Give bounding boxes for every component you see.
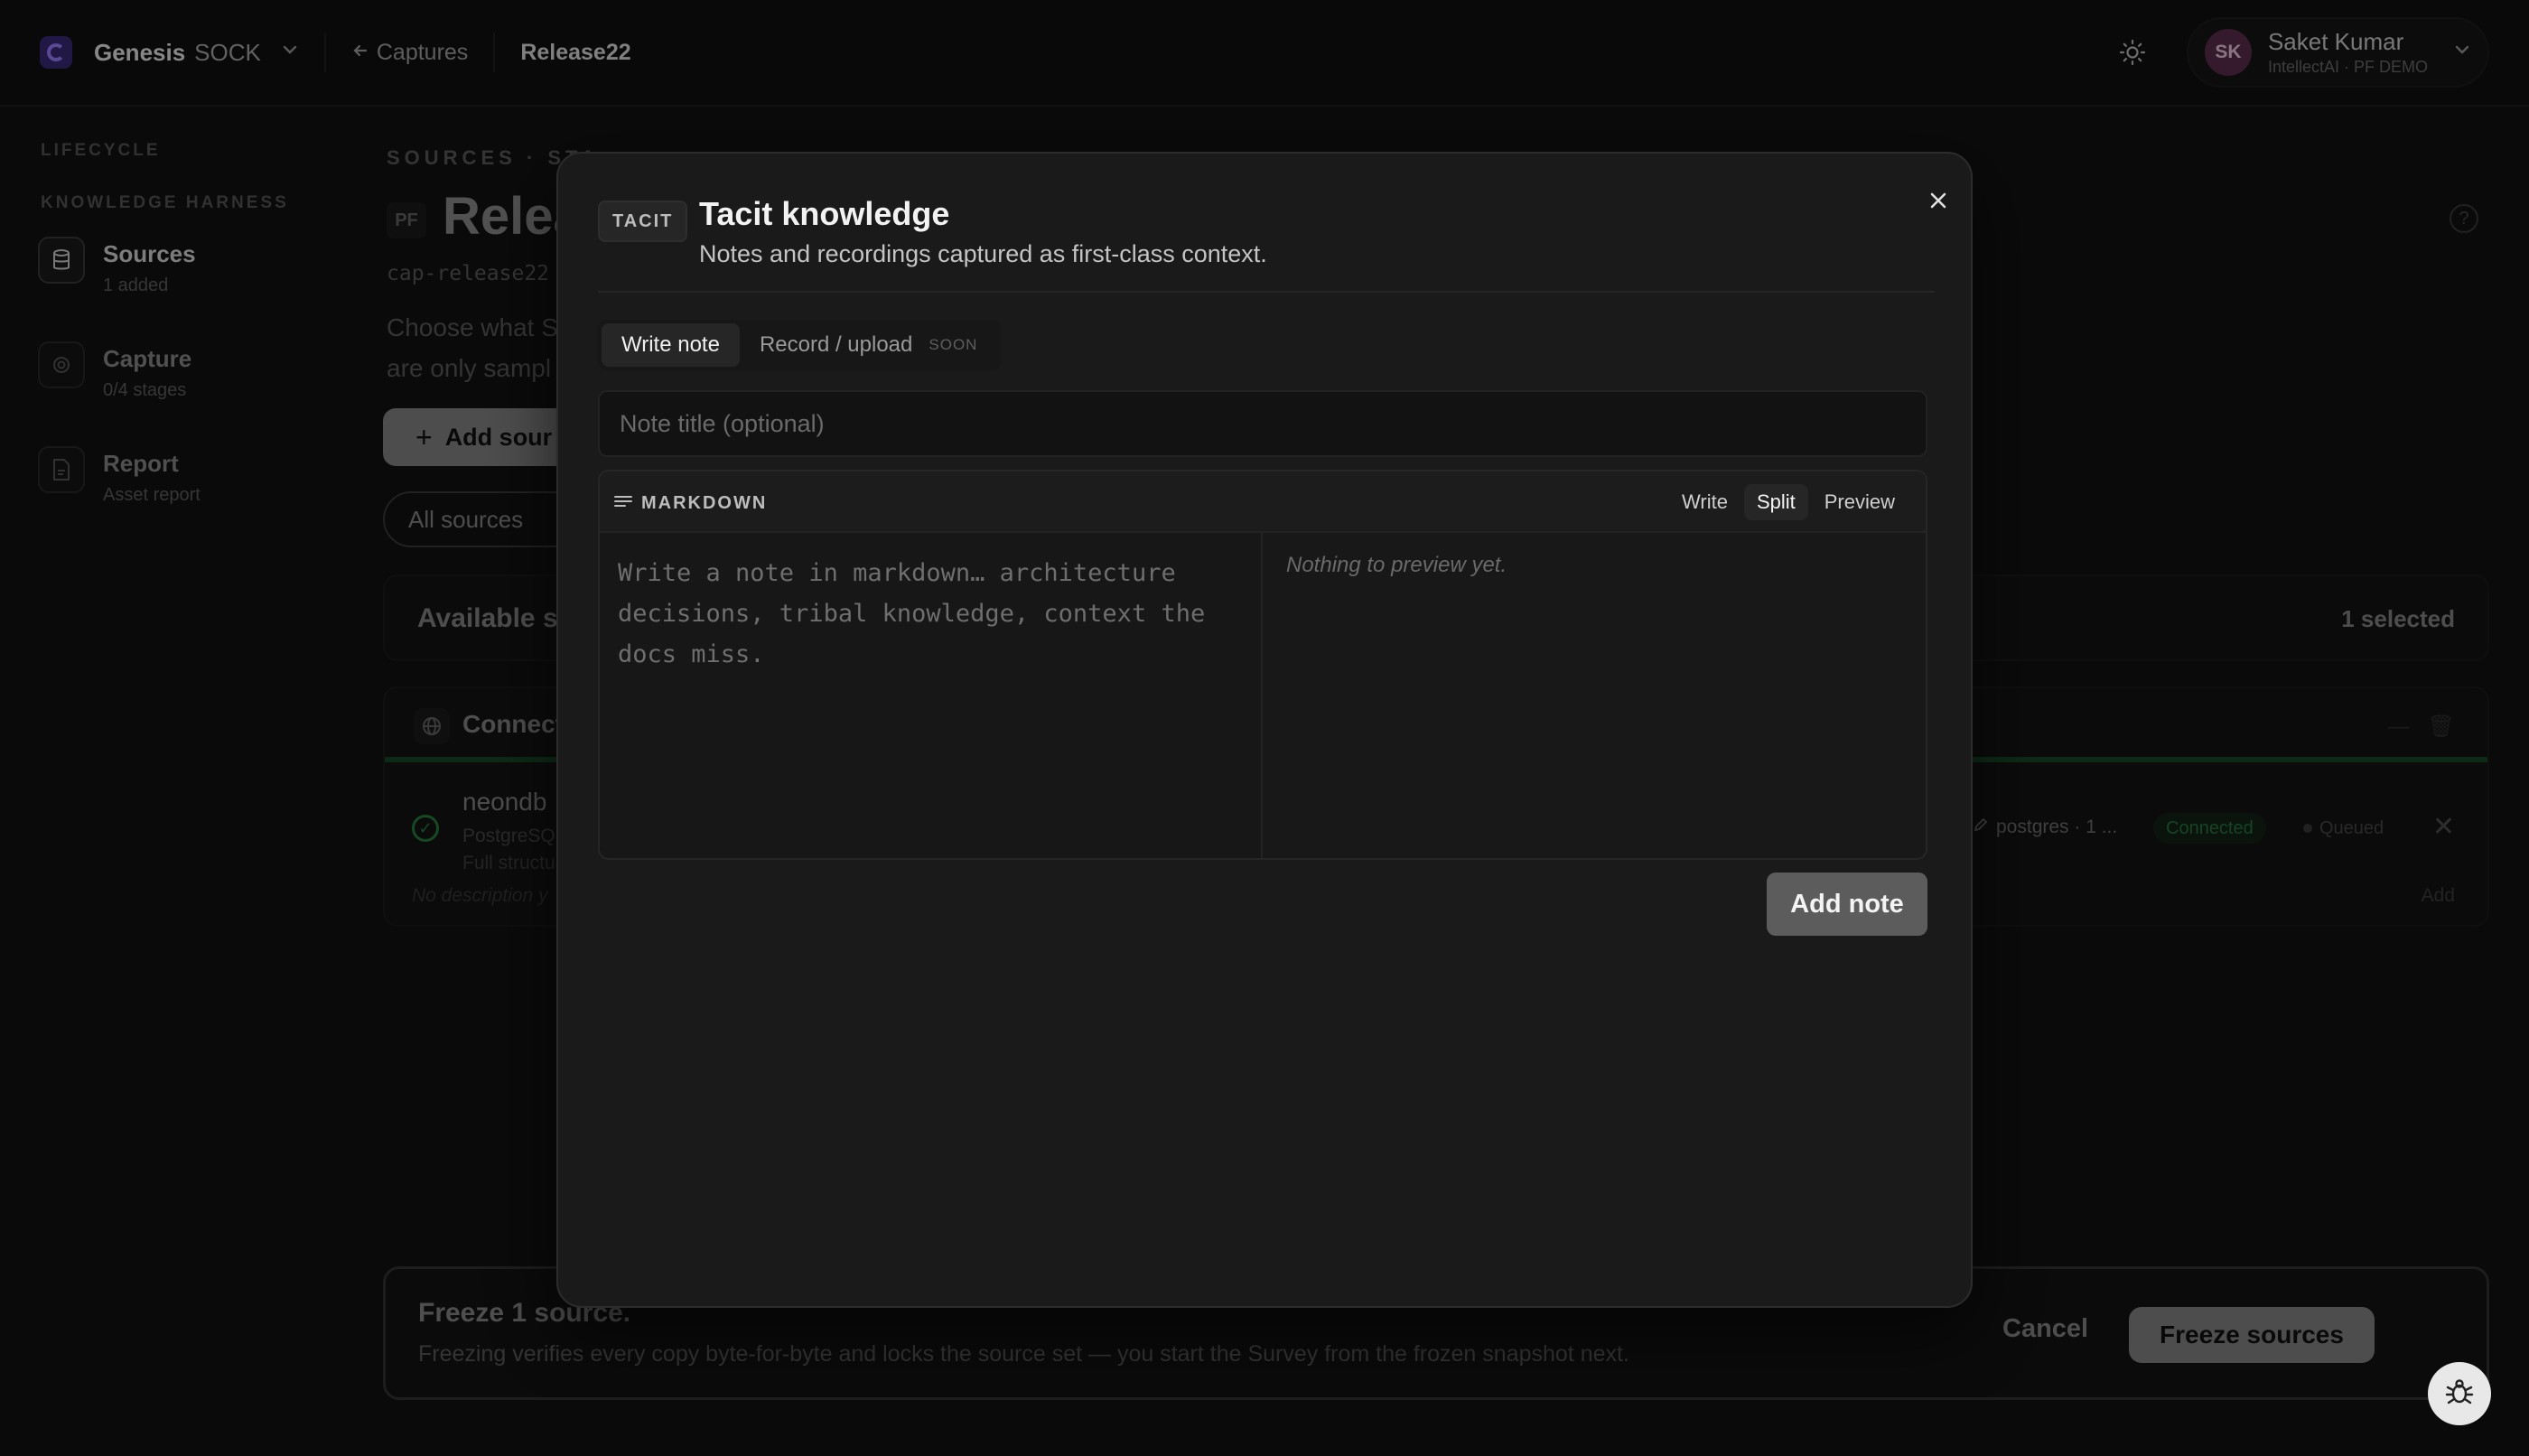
mode-split-button[interactable]: Split [1743,484,1808,520]
add-note-button[interactable]: Add note [1767,873,1927,936]
editor-write-pane [600,533,1263,858]
editor-preview-pane: Nothing to preview yet. [1264,533,1926,858]
lines-icon [614,493,632,514]
divider [598,291,1935,293]
mode-preview-button[interactable]: Preview [1812,484,1908,520]
preview-empty-text: Nothing to preview yet. [1286,553,1507,577]
editor-view-modes: Write Split Preview [1669,484,1908,520]
tab-write-note[interactable]: Write note [602,323,740,367]
tab-record-upload[interactable]: Record / upload SOON [740,323,998,367]
note-body-textarea[interactable] [600,533,1261,858]
tacit-knowledge-modal: TACIT Tacit knowledge Notes and recordin… [556,152,1973,1308]
note-title-input[interactable] [598,390,1927,457]
markdown-editor: MARKDOWN Write Split Preview Nothing to … [598,470,1927,860]
editor-label-text: MARKDOWN [641,493,768,513]
editor-toolbar: MARKDOWN Write Split Preview [600,471,1926,533]
modal-badge: TACIT [598,201,688,242]
bug-icon [2443,1376,2476,1413]
modal-title: Tacit knowledge [699,195,950,232]
modal-subtitle: Notes and recordings captured as first-c… [699,240,1267,267]
soon-badge: SOON [929,336,978,353]
bug-report-button[interactable] [2428,1362,2491,1425]
editor-label: MARKDOWN [614,493,767,514]
close-icon[interactable] [1920,182,1956,219]
note-mode-tabs: Write note Record / upload SOON [598,320,1002,370]
mode-write-button[interactable]: Write [1669,484,1740,520]
tab-record-label: Record / upload [759,332,913,357]
